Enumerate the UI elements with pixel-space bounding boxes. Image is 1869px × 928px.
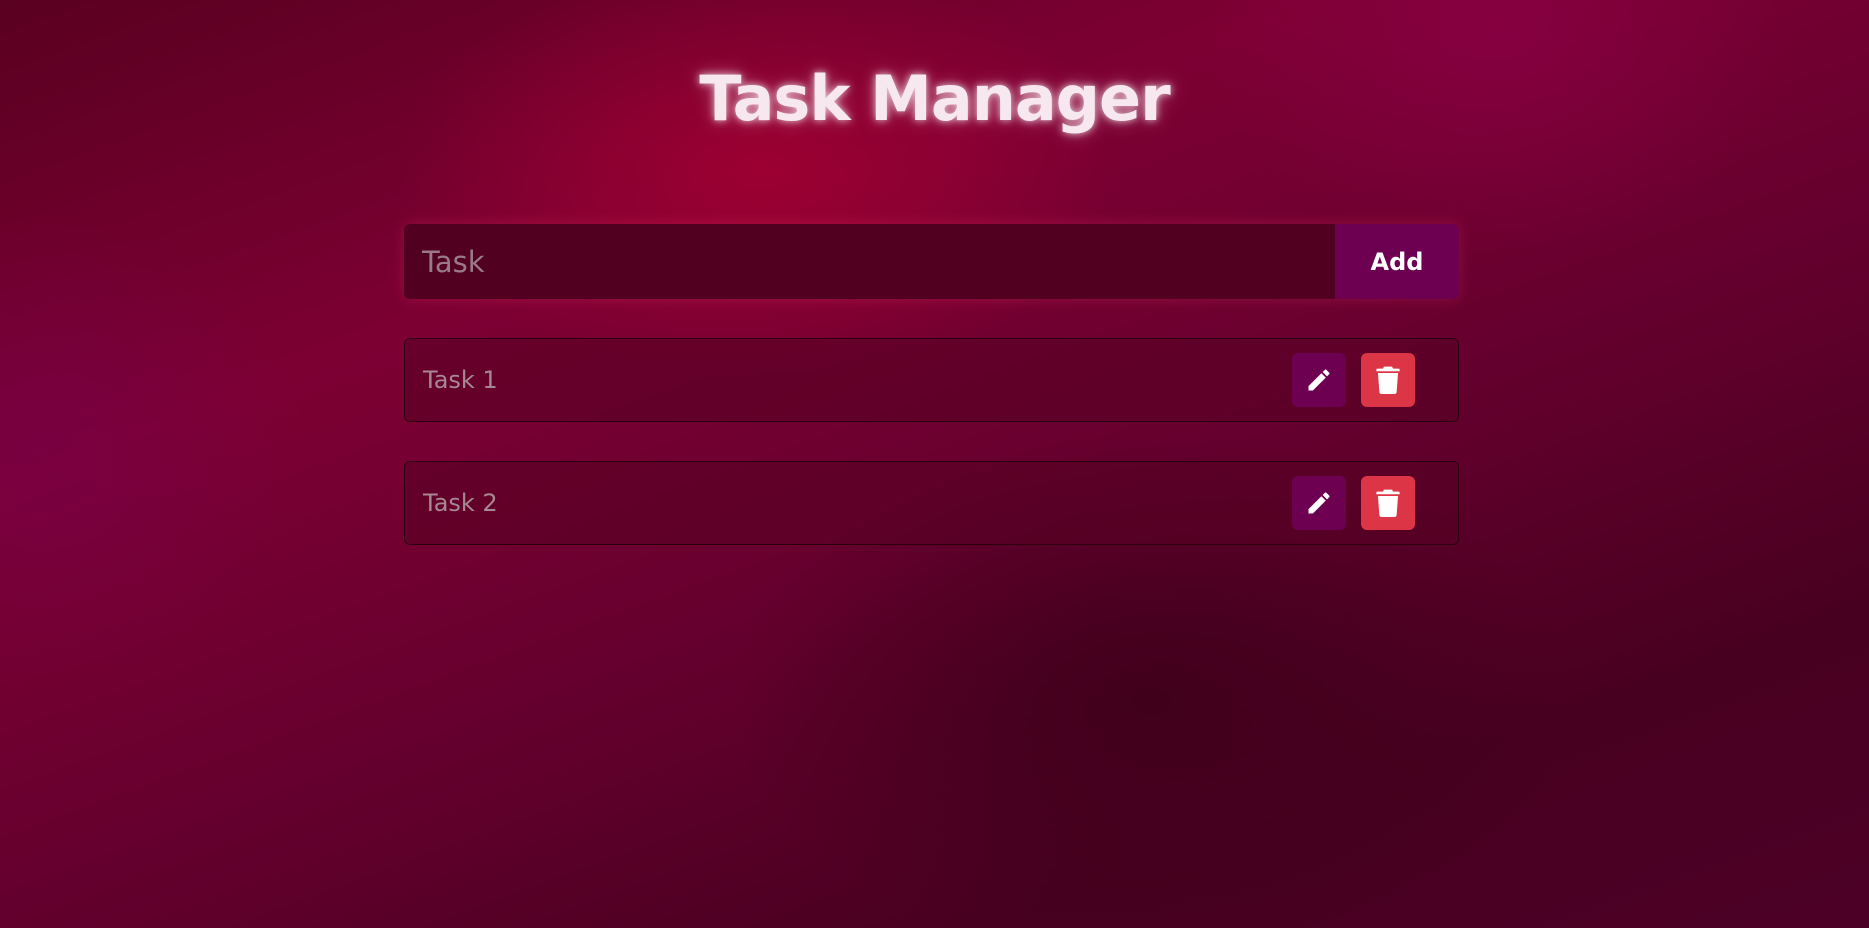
task-item: Task 1 (404, 338, 1459, 422)
task-actions (1292, 353, 1415, 407)
task-list: Task 1 Task 2 (404, 338, 1459, 584)
pencil-icon (1305, 366, 1333, 394)
add-task-form: Add (404, 224, 1459, 299)
delete-button[interactable] (1361, 353, 1415, 407)
delete-button[interactable] (1361, 476, 1415, 530)
task-actions (1292, 476, 1415, 530)
task-item: Task 2 (404, 461, 1459, 545)
trash-icon (1376, 366, 1400, 394)
pencil-icon (1305, 489, 1333, 517)
edit-button[interactable] (1292, 476, 1346, 530)
task-text: Task 2 (423, 489, 498, 517)
task-text: Task 1 (423, 366, 498, 394)
edit-button[interactable] (1292, 353, 1346, 407)
trash-icon (1376, 489, 1400, 517)
task-input[interactable] (404, 224, 1335, 299)
add-button[interactable]: Add (1335, 224, 1459, 299)
page-title: Task Manager (699, 62, 1170, 135)
